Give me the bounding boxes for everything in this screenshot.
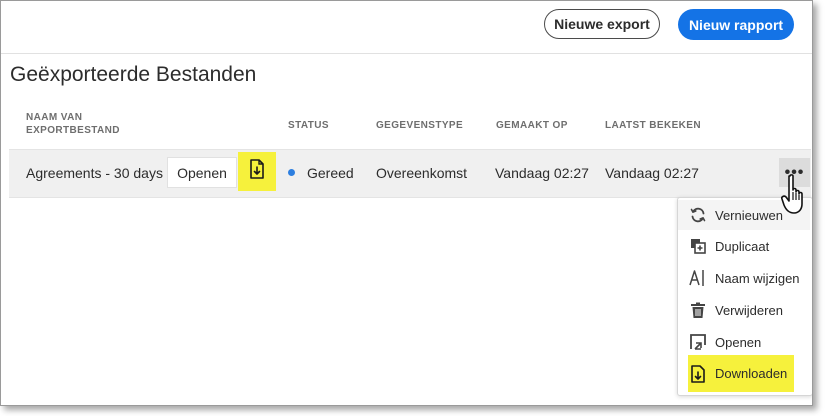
rename-icon (689, 269, 707, 287)
duplicate-icon (689, 237, 707, 255)
menu-item-open[interactable]: Openen (678, 327, 810, 357)
menu-item-download[interactable]: Downloaden (688, 355, 794, 392)
menu-item-delete[interactable]: Verwijderen (678, 295, 810, 325)
status-dot-icon (288, 169, 295, 176)
refresh-icon (689, 206, 707, 224)
trash-icon (689, 301, 707, 319)
context-menu: Vernieuwen Duplicaat Naam wijzigen Verwi… (677, 197, 812, 396)
menu-item-label: Verwijderen (715, 302, 783, 318)
header-divider (1, 53, 812, 54)
open-icon (689, 333, 707, 351)
column-header-name[interactable]: NAAM VAN EXPORTBESTAND (26, 111, 120, 137)
hand-pointer-icon (781, 173, 811, 222)
download-icon (248, 159, 266, 184)
row-data-type: Overeenkomst (376, 165, 468, 181)
menu-item-label: Openen (715, 334, 762, 350)
menu-item-label: Vernieuwen (715, 207, 783, 223)
column-header-last-viewed[interactable]: LAATST BEKEKEN (605, 119, 701, 132)
row-created: Vandaag 02:27 (495, 165, 589, 181)
new-export-button[interactable]: Nieuwe export (544, 9, 660, 39)
row-file-name: Agreements - 30 days (26, 165, 163, 181)
open-button[interactable]: Openen (167, 157, 237, 188)
column-header-name-line1: NAAM VAN (26, 112, 83, 123)
download-button[interactable] (238, 152, 276, 191)
exported-files-panel: Nieuwe export Nieuw rapport Geëxporteerd… (0, 0, 813, 406)
row-last-viewed: Vandaag 02:27 (605, 165, 699, 181)
column-header-status[interactable]: STATUS (288, 119, 329, 132)
new-report-button[interactable]: Nieuw rapport (678, 9, 794, 40)
column-header-created[interactable]: GEMAAKT OP (496, 119, 568, 132)
column-header-name-line2: EXPORTBESTAND (26, 125, 120, 136)
column-header-data-type[interactable]: GEGEVENSTYPE (376, 119, 463, 132)
download-icon (689, 364, 707, 383)
menu-item-rename[interactable]: Naam wijzigen (678, 263, 810, 293)
menu-item-duplicate[interactable]: Duplicaat (678, 231, 810, 261)
menu-item-label: Duplicaat (715, 238, 770, 254)
menu-item-label: Naam wijzigen (715, 270, 800, 286)
row-status: Gereed (307, 165, 354, 181)
page-title: Geëxporteerde Bestanden (10, 63, 257, 86)
menu-item-label: Downloaden (715, 366, 788, 381)
